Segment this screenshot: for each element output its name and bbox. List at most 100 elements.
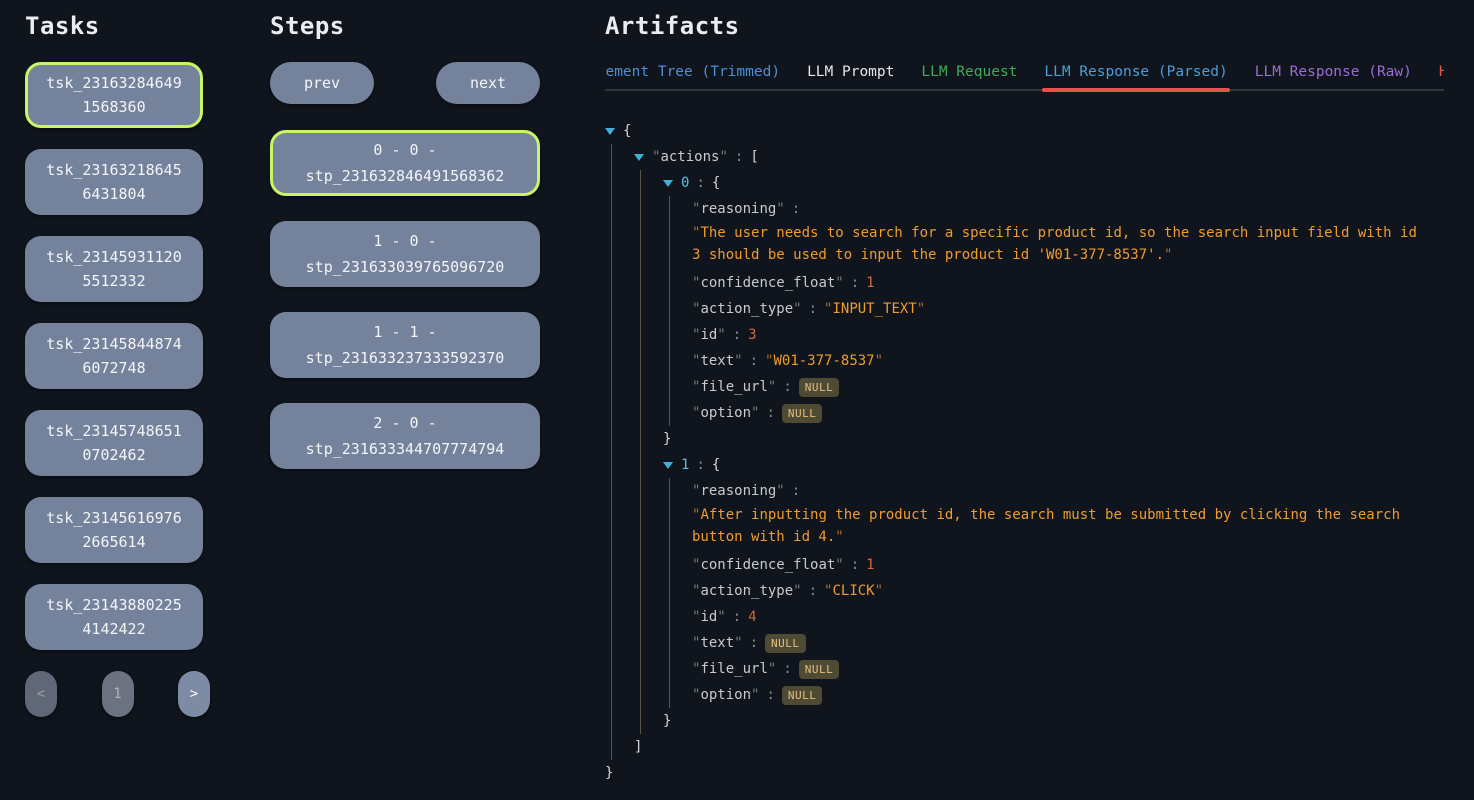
json-node: "confidence_float":1 (692, 270, 1444, 296)
json-close-row: ] (634, 734, 1444, 760)
json-close-row: } (605, 760, 1444, 786)
tasks-pagination: < 1 > (25, 671, 210, 717)
null-badge: NULL (782, 686, 823, 705)
json-node: "confidence_float":1 (692, 552, 1444, 578)
task-button[interactable]: tsk_231438802254142422 (25, 584, 203, 650)
collapse-triangle-icon[interactable] (663, 462, 673, 469)
steps-list: 0 - 0 - stp_231632846491568362 1 - 0 - st… (270, 130, 581, 469)
task-button[interactable]: tsk_231456169762665614 (25, 497, 203, 563)
json-key: "id" (692, 325, 726, 345)
null-badge: NULL (782, 404, 823, 423)
json-node: "file_url":NULL (692, 374, 1444, 400)
json-children: 0:{"reasoning":"The user needs to search… (640, 170, 1444, 734)
step-button[interactable]: 0 - 0 - stp_231632846491568362 (270, 130, 540, 196)
steps-prev-button[interactable]: prev (270, 62, 374, 104)
task-button[interactable]: tsk_231632846491568360 (25, 62, 203, 128)
json-leaf-row: "confidence_float":1 (692, 552, 1444, 578)
json-node: "option":NULL (692, 400, 1444, 426)
json-leaf-row: "reasoning": (692, 478, 1444, 504)
collapse-triangle-icon[interactable] (634, 154, 644, 161)
json-array-index: 0 (681, 173, 689, 193)
json-leaf-row: "text":"W01-377-8537" (692, 348, 1444, 374)
json-toggle-row[interactable]: 1:{ (663, 452, 1444, 478)
json-key: "text" (692, 633, 743, 653)
step-button[interactable]: 1 - 0 - stp_231633039765096720 (270, 221, 540, 287)
json-string-value: "INPUT_TEXT" (824, 299, 925, 319)
json-toggle-row[interactable]: 0:{ (663, 170, 1444, 196)
tab-llm-prompt[interactable]: LLM Prompt (807, 64, 894, 80)
json-node: 1:{"reasoning":"After inputting the prod… (663, 452, 1444, 734)
collapse-triangle-icon[interactable] (663, 180, 673, 187)
json-node: 0:{"reasoning":"The user needs to search… (663, 170, 1444, 452)
artifacts-tabbar-wrap: Element Tree (Trimmed) LLM Prompt LLM Requ… (605, 62, 1444, 92)
json-long-string-value: "After inputting the product id, the sea… (692, 504, 1422, 548)
json-leaf-row: "reasoning": (692, 196, 1444, 222)
task-button[interactable]: tsk_231459311205512332 (25, 236, 203, 302)
json-string-value: "CLICK" (824, 581, 883, 601)
steps-next-button[interactable]: next (436, 62, 540, 104)
json-key: "actions" (652, 147, 728, 167)
tasks-panel: Tasks tsk_231632846491568360tsk_23163218… (0, 0, 245, 800)
collapse-triangle-icon[interactable] (605, 128, 615, 135)
json-close-row: } (663, 426, 1444, 452)
pagination-prev-button[interactable]: < (25, 671, 57, 717)
json-close-row: } (663, 708, 1444, 734)
json-node: "reasoning":"After inputting the product… (692, 478, 1444, 548)
json-leaf-row: "confidence_float":1 (692, 270, 1444, 296)
json-leaf-row: "id":3 (692, 322, 1444, 348)
app-root: Tasks tsk_231632846491568360tsk_23163218… (0, 0, 1474, 800)
json-key: "reasoning" (692, 199, 785, 219)
json-number-value: 1 (866, 555, 874, 575)
json-key: "text" (692, 351, 743, 371)
steps-panel: Steps prev next 0 - 0 - stp_231632846491… (245, 0, 581, 800)
json-key: "action_type" (692, 299, 802, 319)
pagination-page-1-button[interactable]: 1 (102, 671, 134, 717)
json-key: "option" (692, 685, 759, 705)
json-long-string-value: "The user needs to search for a specific… (692, 222, 1422, 266)
json-children: "reasoning":"The user needs to search fo… (669, 196, 1444, 426)
step-button[interactable]: 1 - 1 - stp_231633237333592370 (270, 312, 540, 378)
json-key: "id" (692, 607, 726, 627)
tab-llm-response-parsed[interactable]: LLM Response (Parsed) (1044, 64, 1227, 80)
json-children: "reasoning":"After inputting the product… (669, 478, 1444, 708)
null-badge: NULL (799, 660, 840, 679)
pagination-next-button[interactable]: > (178, 671, 210, 717)
json-toggle-row[interactable]: "actions":[ (634, 144, 1444, 170)
json-leaf-row: "id":4 (692, 604, 1444, 630)
task-button[interactable]: tsk_231458448746072748 (25, 323, 203, 389)
json-tree-viewer: {"actions":[0:{"reasoning":"The user nee… (605, 118, 1444, 786)
null-badge: NULL (765, 634, 806, 653)
json-node: "text":NULL (692, 630, 1444, 656)
json-leaf-row: "text":NULL (692, 630, 1444, 656)
tab-llm-request[interactable]: LLM Request (921, 64, 1017, 80)
artifacts-tabbar: Element Tree (Trimmed) LLM Prompt LLM Requ… (605, 62, 1444, 92)
json-key: "confidence_float" (692, 273, 844, 293)
json-node: {"actions":[0:{"reasoning":"The user nee… (605, 118, 1444, 786)
steps-title: Steps (270, 12, 581, 40)
json-node: "option":NULL (692, 682, 1444, 708)
json-leaf-row: "option":NULL (692, 400, 1444, 426)
json-leaf-row: "action_type":"CLICK" (692, 578, 1444, 604)
task-button[interactable]: tsk_231632186456431804 (25, 149, 203, 215)
tab-html-raw[interactable]: Html (Raw) (1439, 64, 1444, 80)
json-node: "action_type":"INPUT_TEXT" (692, 296, 1444, 322)
json-key: "file_url" (692, 377, 776, 397)
json-leaf-row: "file_url":NULL (692, 374, 1444, 400)
step-button[interactable]: 2 - 0 - stp_231633344707774794 (270, 403, 540, 469)
tab-element-tree-trimmed[interactable]: Element Tree (Trimmed) (605, 64, 780, 80)
json-key: "file_url" (692, 659, 776, 679)
json-toggle-row[interactable]: { (605, 118, 1444, 144)
tab-llm-response-raw[interactable]: LLM Response (Raw) (1255, 64, 1412, 80)
artifacts-title: Artifacts (605, 12, 1444, 40)
json-key: "option" (692, 403, 759, 423)
tabbar-baseline (605, 89, 1444, 91)
json-children: "actions":[0:{"reasoning":"The user need… (611, 144, 1444, 760)
tasks-list: tsk_231632846491568360 tsk_23163218645643… (25, 62, 245, 650)
json-number-value: 1 (866, 273, 874, 293)
json-string-value: "W01-377-8537" (765, 351, 883, 371)
json-node: "text":"W01-377-8537" (692, 348, 1444, 374)
json-key: "reasoning" (692, 481, 785, 501)
json-leaf-row: "file_url":NULL (692, 656, 1444, 682)
task-button[interactable]: tsk_231457486510702462 (25, 410, 203, 476)
json-node: "id":3 (692, 322, 1444, 348)
